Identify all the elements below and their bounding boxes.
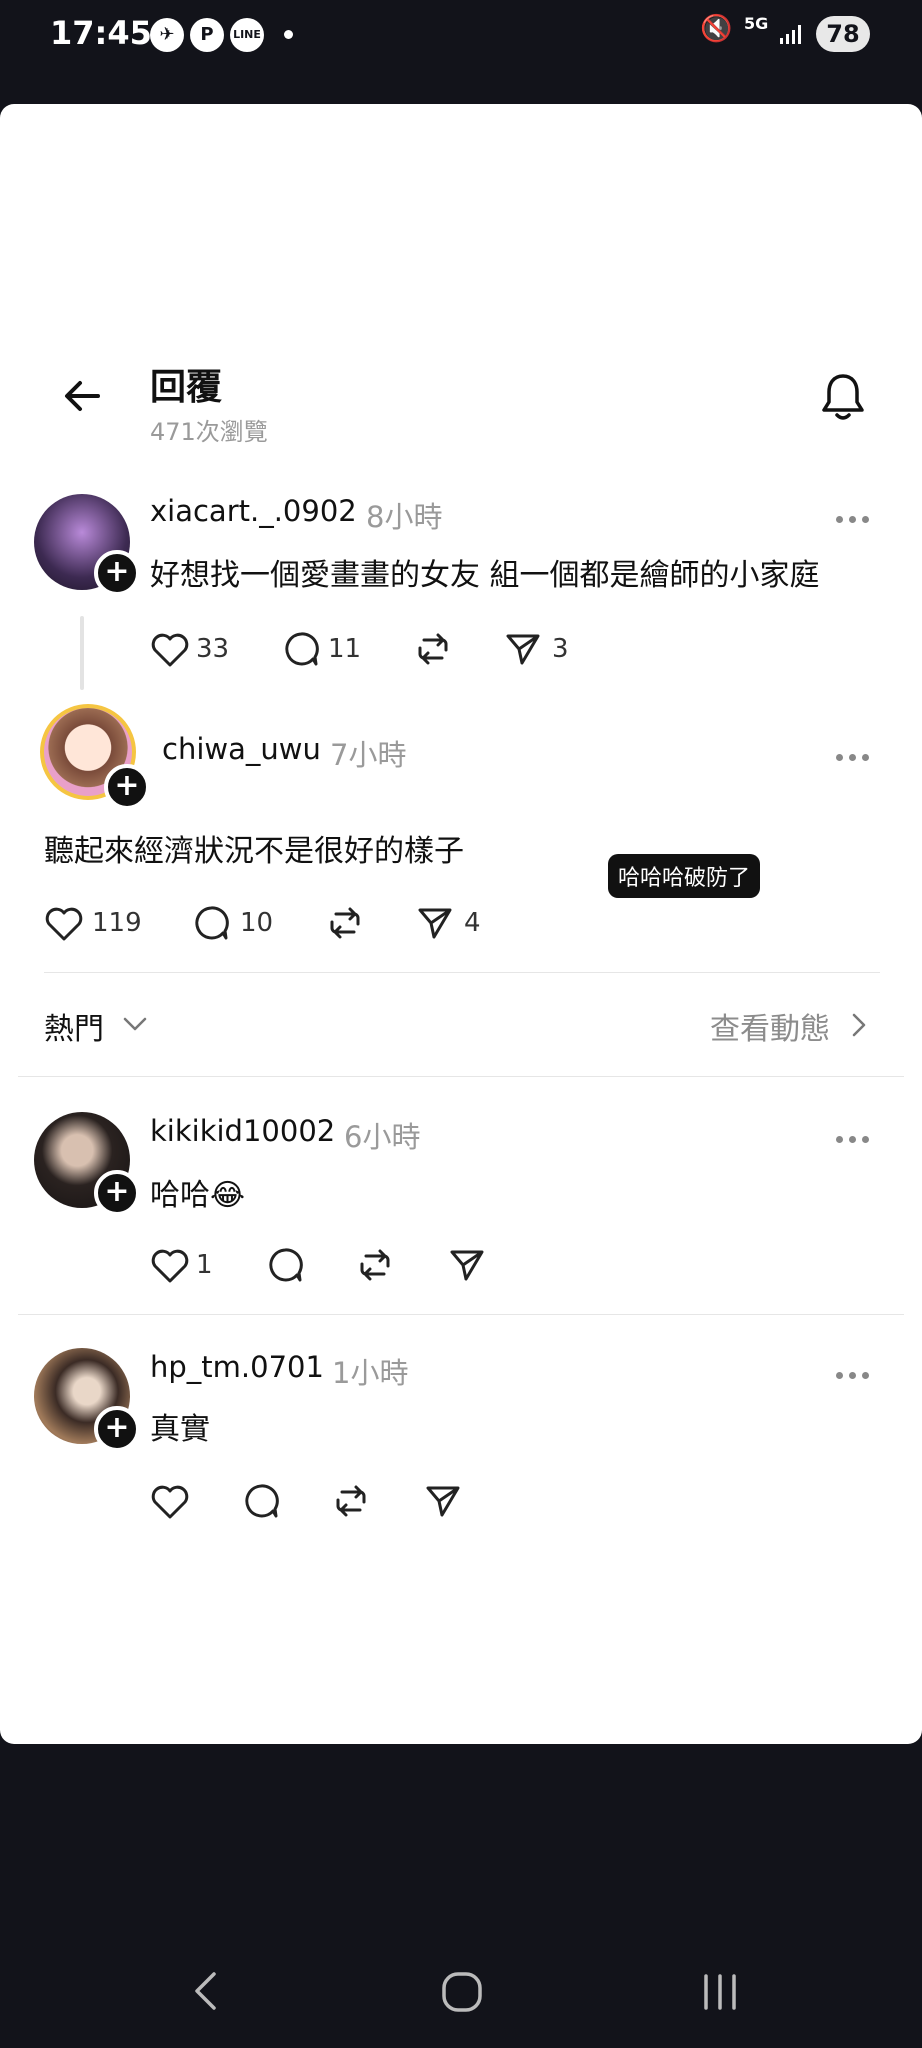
like-count: 119: [92, 908, 142, 938]
replies-sheet: 回覆 471次瀏覽 + xiacart._.0902 8小時 好想找一個愛畫畫的…: [0, 104, 922, 1744]
more-options-icon[interactable]: [836, 1364, 876, 1379]
back-arrow-icon[interactable]: [62, 376, 102, 416]
comment-icon[interactable]: [192, 904, 230, 942]
share-icon[interactable]: [416, 904, 454, 942]
follow-plus-icon[interactable]: +: [94, 1406, 140, 1452]
comment-count: 10: [240, 908, 274, 938]
comment-icon[interactable]: [282, 630, 320, 668]
repost-icon[interactable]: [332, 1482, 370, 1520]
nav-back-icon[interactable]: [190, 1970, 220, 2012]
post-time: 7小時: [330, 738, 407, 772]
divider: [18, 1314, 904, 1315]
reply-time: 6小時: [344, 1120, 421, 1154]
view-activity-link[interactable]: 查看動態: [710, 1004, 830, 1048]
reply-username[interactable]: hp_tm.0701: [150, 1350, 324, 1384]
more-options-icon[interactable]: [836, 508, 876, 523]
reply-text: 真實: [150, 1412, 210, 1447]
like-count: 33: [196, 634, 230, 664]
like-count: 1: [196, 1250, 213, 1280]
parking-app-icon: P: [190, 18, 224, 52]
post-username[interactable]: chiwa_uwu: [162, 732, 321, 766]
comment-count: 11: [328, 634, 362, 664]
signal-icon: [780, 25, 801, 44]
chevron-right-icon[interactable]: [850, 1012, 868, 1038]
post-time: 8小時: [366, 500, 443, 534]
repost-icon[interactable]: [326, 904, 364, 942]
bell-icon[interactable]: [820, 372, 866, 422]
reply-time: 1小時: [332, 1356, 409, 1390]
system-nav-bar: [0, 1744, 922, 2048]
more-options-icon[interactable]: [836, 1128, 876, 1143]
post-text: 好想找一個愛畫畫的女友 組一個都是繪師的小家庭: [150, 558, 820, 593]
post-username[interactable]: xiacart._.0902: [150, 494, 357, 528]
share-count: 4: [464, 908, 481, 938]
network-type: 5G: [744, 14, 769, 33]
repost-icon[interactable]: [414, 630, 452, 668]
divider: [44, 972, 880, 973]
heart-icon[interactable]: [44, 906, 84, 942]
chevron-down-icon[interactable]: [122, 1014, 148, 1034]
status-time: 17:45: [50, 14, 152, 52]
status-bar: 17:45 ✈ P LINE 🔇 5G 78: [0, 0, 922, 68]
reply-username[interactable]: kikikid10002: [150, 1114, 335, 1148]
heart-icon[interactable]: [150, 1248, 190, 1284]
post-text: 聽起來經濟狀況不是很好的樣子: [44, 834, 464, 869]
comment-icon[interactable]: [266, 1246, 304, 1284]
follow-plus-icon[interactable]: +: [104, 764, 150, 810]
share-count: 3: [552, 634, 569, 664]
more-options-icon[interactable]: [836, 746, 876, 761]
follow-plus-icon[interactable]: +: [94, 1170, 140, 1216]
view-count: 471次瀏覽: [150, 418, 268, 446]
battery-level: 78: [816, 16, 870, 52]
ride-app-icon: ✈: [150, 18, 184, 52]
nav-recents-icon[interactable]: [700, 1972, 740, 2012]
heart-icon[interactable]: [150, 632, 190, 668]
heart-icon[interactable]: [150, 1484, 190, 1520]
comment-icon[interactable]: [242, 1482, 280, 1520]
reply-text: 哈哈😂: [150, 1178, 246, 1213]
sort-dropdown-label[interactable]: 熱門: [44, 1004, 104, 1048]
reaction-tooltip: 哈哈哈破防了: [608, 854, 761, 898]
nav-home-icon[interactable]: [440, 1970, 484, 2014]
divider: [18, 1076, 904, 1077]
follow-plus-icon[interactable]: +: [94, 550, 140, 596]
share-icon[interactable]: [424, 1482, 462, 1520]
share-icon[interactable]: [504, 630, 542, 668]
mute-icon: 🔇: [700, 14, 733, 44]
share-icon[interactable]: [448, 1246, 486, 1284]
thread-line: [80, 616, 84, 690]
notification-dot: [284, 30, 293, 39]
repost-icon[interactable]: [356, 1246, 394, 1284]
page-title: 回覆: [150, 367, 223, 408]
line-app-icon: LINE: [230, 18, 264, 52]
